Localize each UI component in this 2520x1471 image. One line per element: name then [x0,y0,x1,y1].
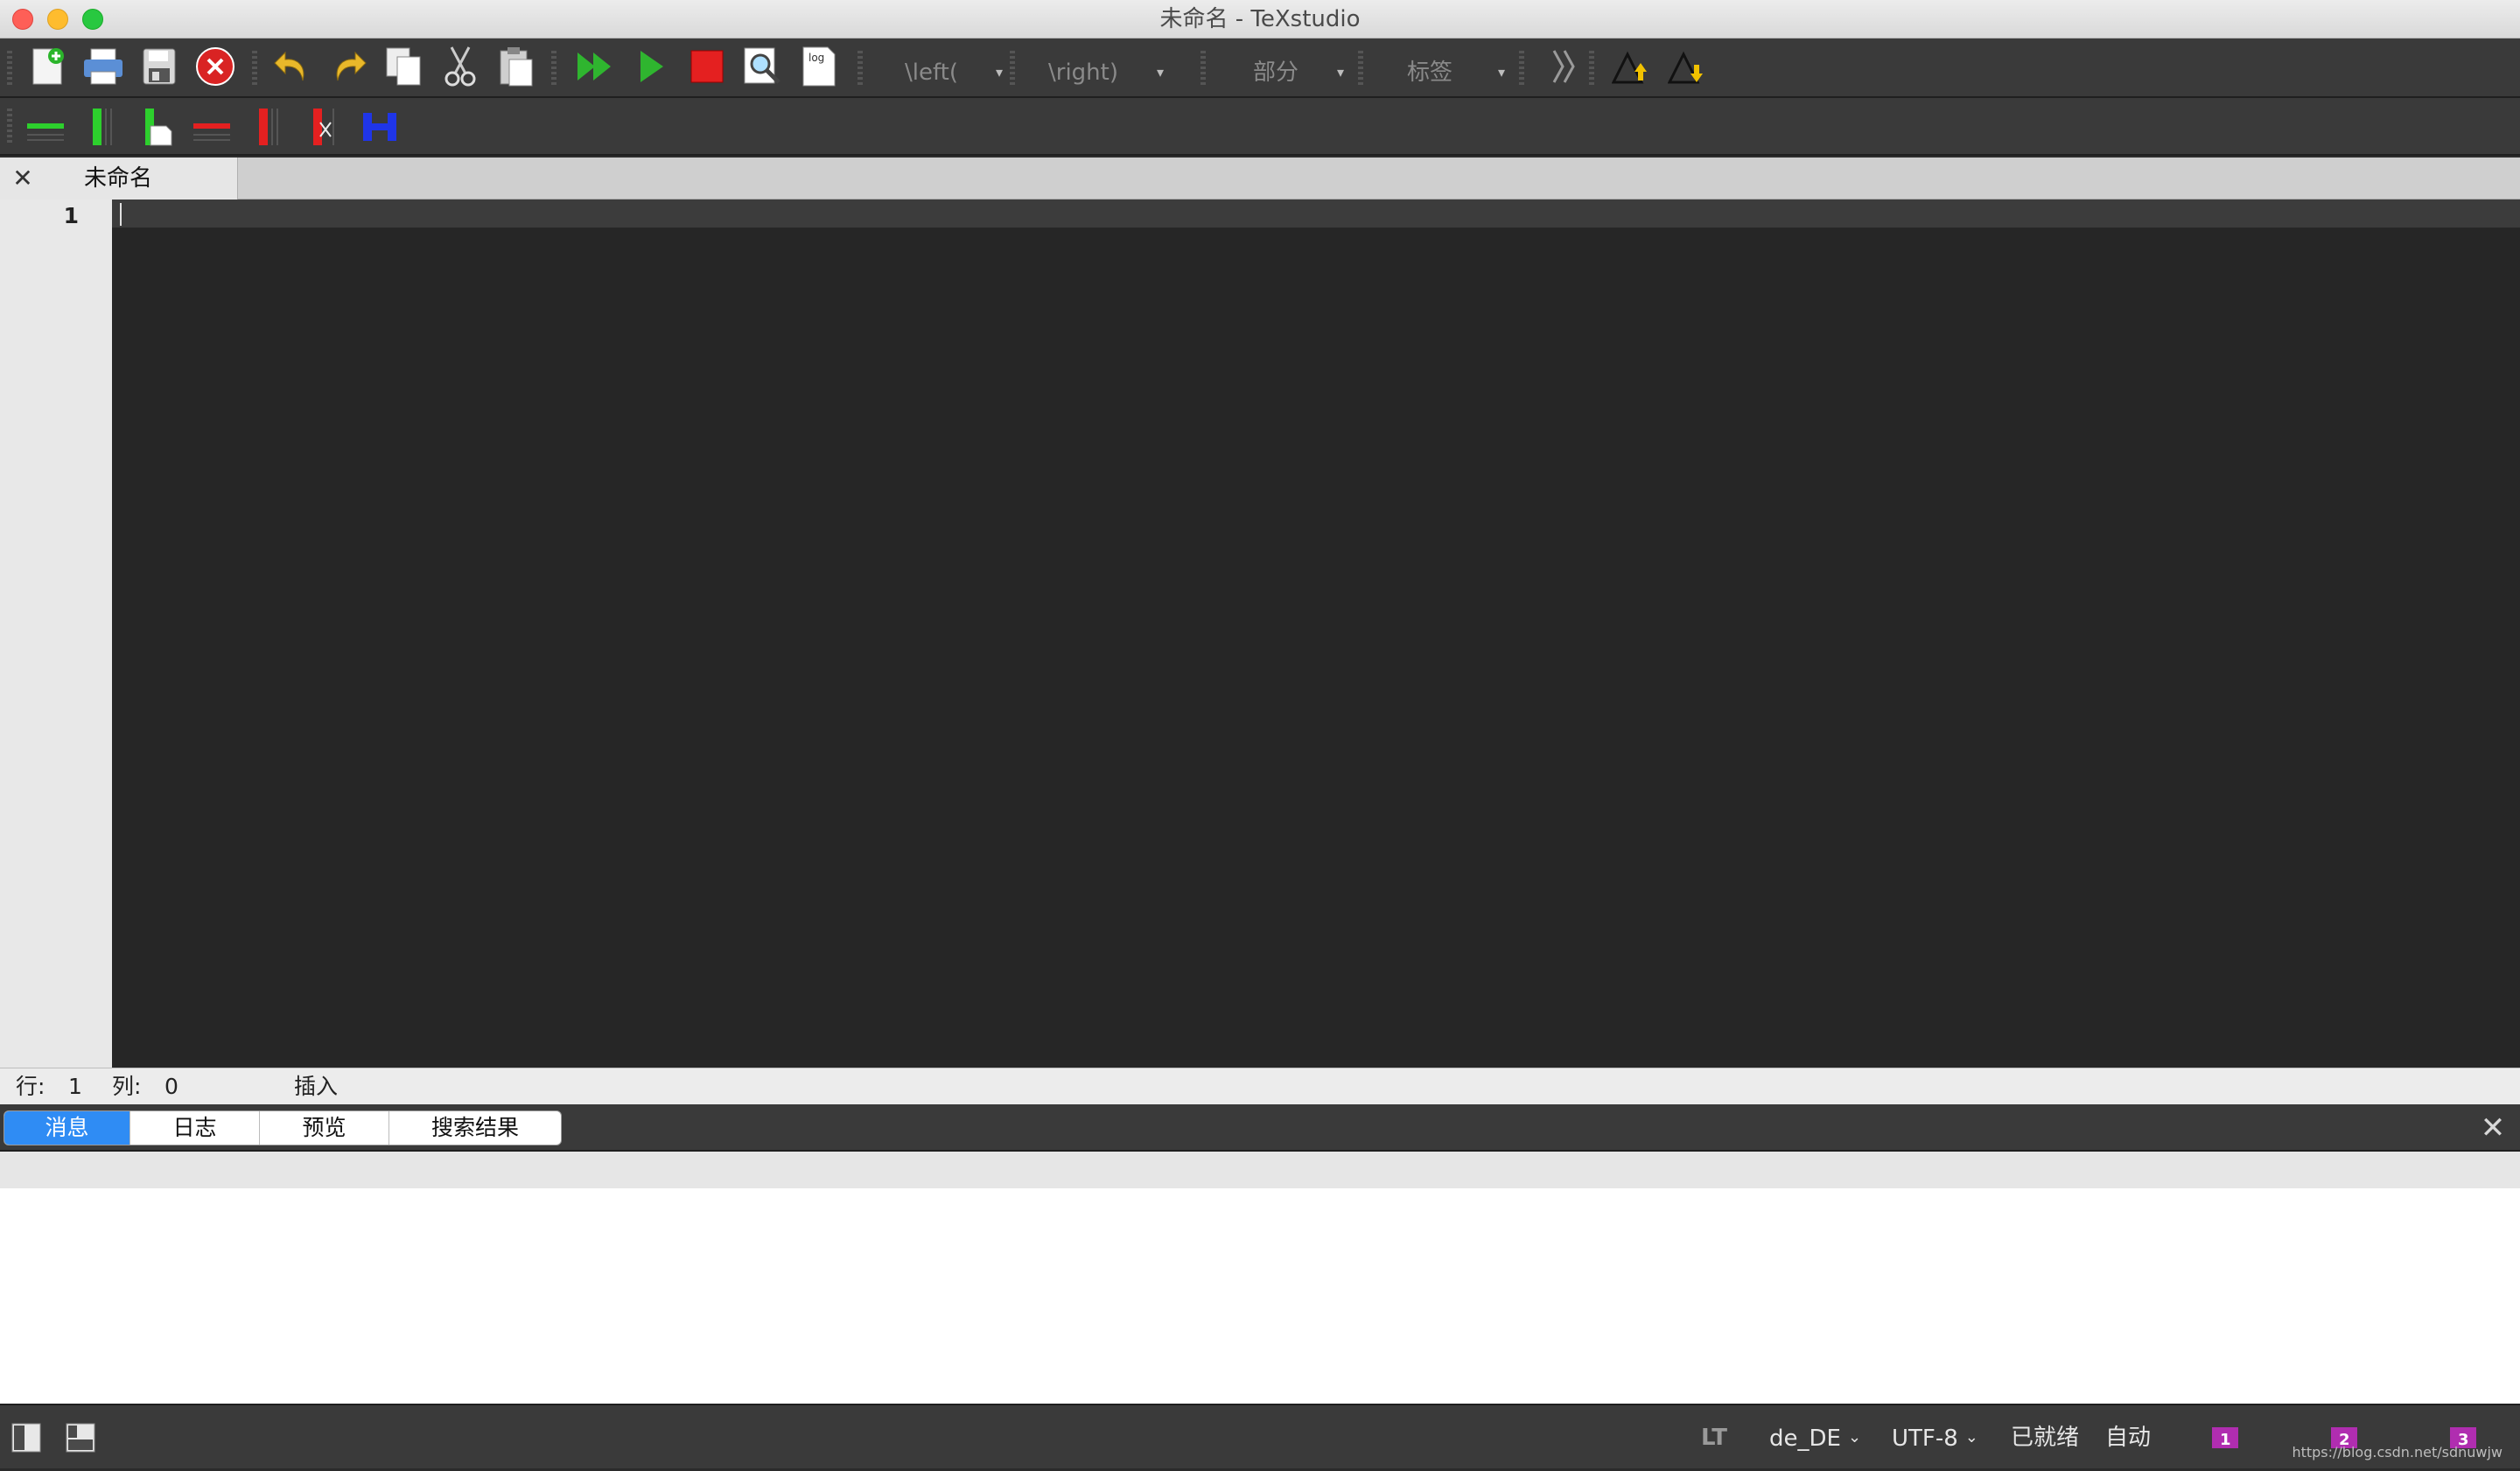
double-chevron-icon[interactable] [1544,46,1586,88]
line-value: 1 [68,1074,82,1099]
undo-icon[interactable] [271,46,313,88]
section-combo[interactable]: 部分 ▾ [1253,53,1344,93]
status-bar: LT de_DE UTF-8 已就绪 自动 1 2 3 https://blog… [0,1404,2520,1468]
remove-cell-icon[interactable] [303,106,345,148]
log-icon[interactable]: log [798,46,840,88]
line-number: 1 [63,203,79,228]
toggle-structure-panel-icon[interactable] [5,1417,47,1459]
chevron-down-icon: ▾ [1497,64,1505,81]
save-icon[interactable] [138,46,180,88]
code-editor[interactable] [112,200,2520,1068]
align-column-icon[interactable] [135,106,177,148]
tab-preview[interactable]: 预览 [260,1111,389,1145]
redo-icon[interactable] [327,46,369,88]
column-value: 0 [164,1074,178,1099]
log-icon-label: log [808,52,824,64]
tab-untitled[interactable]: ✕ 未命名 [0,158,238,200]
toolbar-grip[interactable] [1358,51,1363,86]
window-title: 未命名 - TeXstudio [1159,6,1361,32]
toolbar-grip[interactable] [252,51,257,86]
view-pdf-icon[interactable] [742,46,784,88]
toolbar-grip[interactable] [7,109,12,144]
languagetool-icon[interactable]: LT [1701,1405,1727,1470]
chevron-down-icon: ▾ [1336,64,1344,81]
triangle-up-icon[interactable] [1610,47,1652,89]
main-toolbar: log \left( ▾ \right) ▾ 部分 ▾ 标签 ▾ [0,39,2520,98]
compile-icon[interactable] [630,46,672,88]
remove-row-icon[interactable] [191,106,233,148]
split-column-icon[interactable] [359,106,401,148]
output-panel-tabs: 消息 日志 预览 搜索结果 [4,1110,562,1145]
left-delimiter-combo[interactable]: \left( ▾ [905,53,1003,93]
bookmark-1-icon[interactable]: 1 [2205,1417,2247,1459]
messages-header [0,1152,2520,1188]
status-text: 已就绪 [2011,1425,2080,1451]
tab-search-results[interactable]: 搜索结果 [389,1111,561,1145]
section-value: 部分 [1253,60,1299,86]
line-label: 行: [16,1074,46,1099]
build-view-icon[interactable] [574,46,616,88]
column-label: 列: [112,1074,142,1099]
cut-icon[interactable] [439,46,481,88]
print-icon[interactable] [82,46,124,88]
tab-log[interactable]: 日志 [130,1111,260,1145]
right-delimiter-combo[interactable]: \right) ▾ [1048,53,1164,93]
input-mode[interactable]: 插入 [294,1068,338,1105]
new-file-icon[interactable] [26,46,68,88]
remove-column-icon[interactable] [247,106,289,148]
label-value: 标签 [1407,60,1453,86]
chevron-down-icon: ▾ [1156,64,1164,81]
chevron-down-icon: ▾ [995,64,1003,81]
text-cursor [120,203,122,226]
table-toolbar [0,98,2520,156]
copy-icon[interactable] [383,46,425,88]
bookmark-1-number: 1 [2220,1431,2231,1449]
editor-status-bar: 行: 1 列: 0 插入 [0,1068,2520,1104]
texstudio-window: 未命名 - TeXstudio log \left(▾ \right) ▾ 部… [0,0,2520,1468]
mode-text[interactable]: 自动 [2105,1405,2151,1470]
stop-icon[interactable] [686,46,728,88]
messages-list[interactable] [0,1188,2520,1404]
close-icon[interactable]: ✕ [7,163,38,194]
output-panel-bar: 消息 日志 预览 搜索结果 ✕ [0,1104,2520,1152]
toolbar-grip[interactable] [1010,51,1015,86]
label-combo[interactable]: 标签 ▾ [1407,53,1505,93]
toolbar-grip[interactable] [1589,51,1594,86]
document-tab-bar: ✕ 未命名 [0,158,2520,200]
toolbar-grip[interactable] [1519,51,1524,86]
left-delimiter-value: \left( [905,60,959,86]
watermark-text: https://blog.csdn.net/sdnuwjw [2292,1444,2502,1460]
toolbar-grip[interactable] [551,51,556,86]
right-delimiter-value: \right) [1048,60,1118,86]
toolbar-grip[interactable] [1200,51,1206,86]
tab-label: 未命名 [84,165,153,192]
title-bar: 未命名 - TeXstudio [0,0,2520,39]
close-document-icon[interactable] [194,46,236,88]
language-selector[interactable]: de_DE [1769,1405,1861,1471]
encoding-selector[interactable]: UTF-8 [1892,1405,1978,1471]
toolbar-grip[interactable] [7,51,12,86]
current-line-highlight [112,200,2520,228]
line-number-gutter: 1 [0,200,112,1068]
toggle-output-panel-icon[interactable] [60,1417,102,1459]
add-row-icon[interactable] [24,106,66,148]
add-column-icon[interactable] [79,106,121,148]
tab-messages[interactable]: 消息 [4,1111,130,1145]
toolbar-grip[interactable] [858,51,863,86]
paste-icon[interactable] [495,46,537,88]
close-icon[interactable]: ✕ [2476,1111,2510,1145]
triangle-down-icon[interactable] [1666,47,1708,89]
